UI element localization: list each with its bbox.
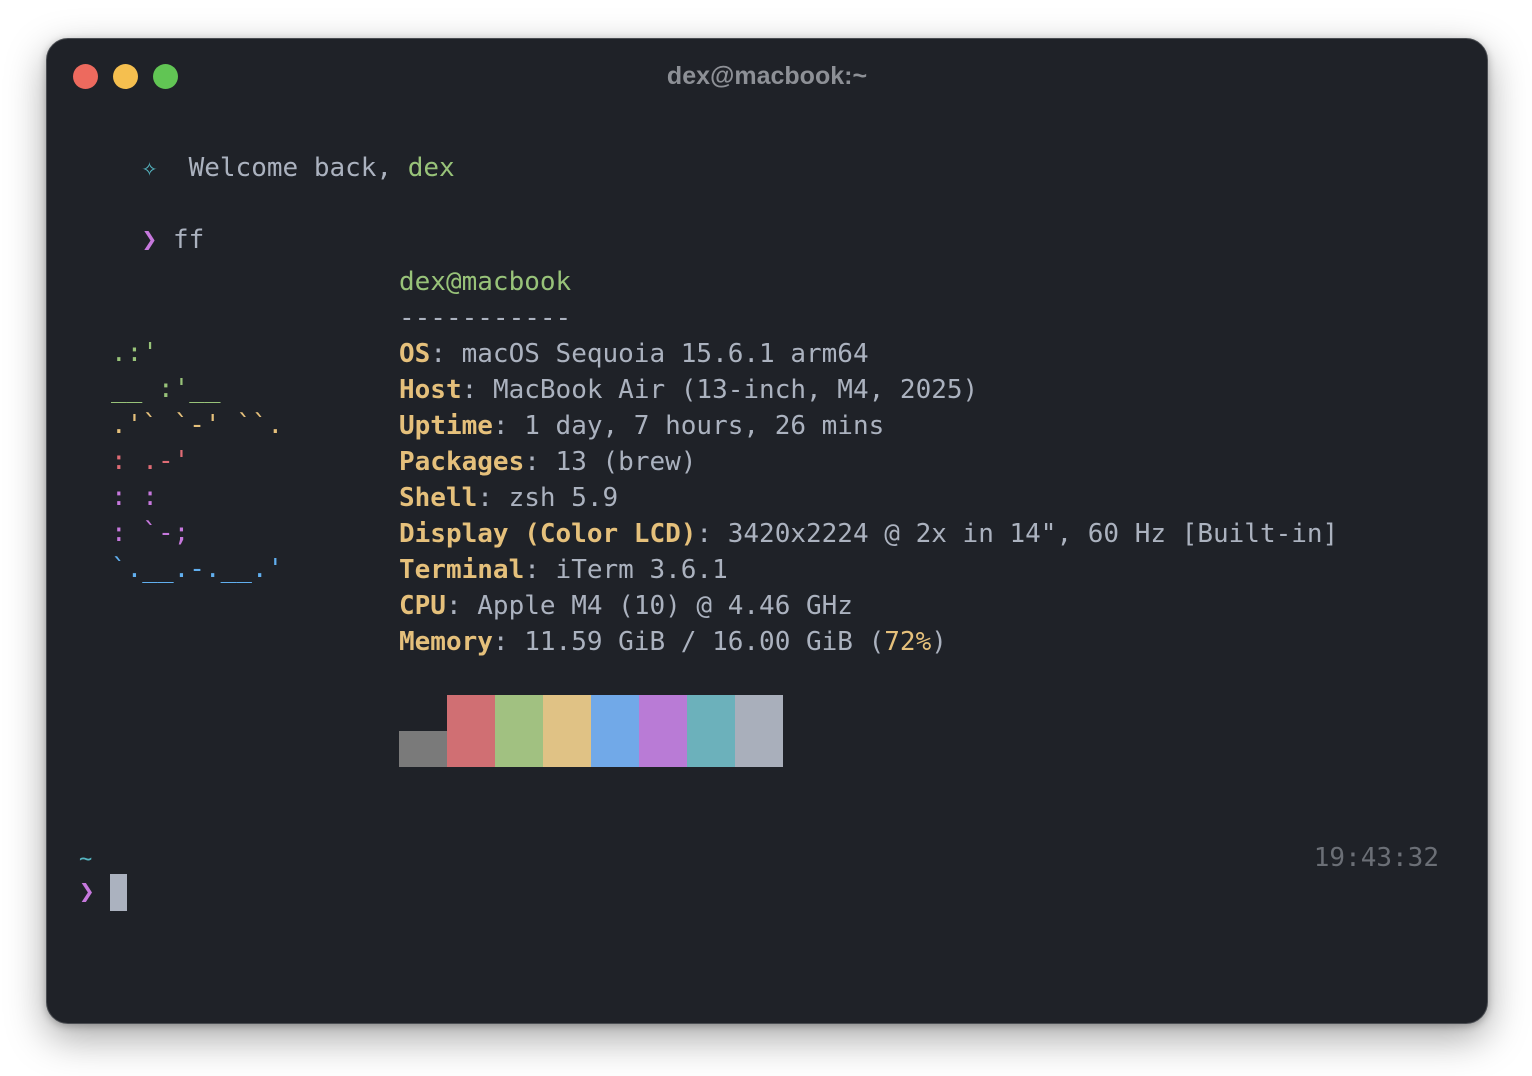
fetch-row: Terminal: iTerm 3.6.1 [399,555,728,585]
fetch-divider: ----------- [399,303,572,333]
logo-line: __ :'__ [111,374,221,404]
text-cursor[interactable] [110,874,127,911]
fetch-row-key: Terminal [399,555,525,585]
prompt-chevron-icon: ❯ [141,225,158,255]
palette-swatch [591,695,639,731]
command-text: ff [172,225,205,255]
memory-suffix: ) [931,627,947,657]
fetch-row-key: Display (Color LCD) [399,519,697,549]
palette-swatch [543,695,591,731]
prompt-clock: 19:43:32 [1313,843,1439,873]
palette-swatch [687,731,735,767]
fetch-row-value: MacBook Air (13-inch, M4, 2025) [492,375,979,405]
fetch-row-key: Shell [399,483,478,513]
palette-swatch [591,731,639,767]
cwd-indicator: ~ [79,847,93,872]
logo-line: `.__.-.__.' [111,554,283,584]
logo-line: .:' [111,338,158,368]
sparkle-icon: ✧ [141,153,158,183]
palette-swatch [639,695,687,731]
fetch-row-value: macOS Sequoia 15.6.1 arm64 [461,339,869,369]
fetch-user-host: dex@macbook [399,267,572,297]
palette-swatch [495,695,543,731]
fetch-row-value: 1 day, 7 hours, 26 mins [524,411,885,441]
fetch-row-key: CPU [399,591,446,621]
memory-percent: 72% [884,627,932,657]
fetch-row: Packages: 13 (brew) [399,447,697,477]
logo-line: : .-' [111,446,189,476]
palette-swatch [447,695,495,731]
fetch-row-key: Memory [399,627,493,657]
fetch-row-key: Packages [399,447,525,477]
fetch-row-value: zsh 5.9 [508,483,619,513]
fetch-row: Display (Color LCD): 3420x2224 @ 2x in 1… [399,519,1339,549]
fetch-row: OS: macOS Sequoia 15.6.1 arm64 [399,339,869,369]
logo-line: : `-; [111,518,189,548]
palette-swatch [639,731,687,767]
prompt-chevron-icon-2: ❯ [79,877,95,907]
terminal-window[interactable]: dex@macbook:~ ✧ Welcome back, dex ❯ ff .… [46,38,1488,1024]
palette-swatch [447,731,495,767]
fetch-row-value: 11.59 GiB / 16.00 GiB ( [524,627,885,657]
fetch-row: Uptime: 1 day, 7 hours, 26 mins [399,411,885,441]
palette-swatch [399,731,447,767]
palette-swatch [735,695,783,731]
fetch-row-value: 3420x2224 @ 2x in 14", 60 Hz [Built-in] [727,519,1339,549]
fetch-row: Shell: zsh 5.9 [399,483,619,513]
logo-line: : : [111,482,158,512]
palette-swatch [735,731,783,767]
fetch-row-value: Apple M4 (10) @ 4.46 GHz [477,591,853,621]
window-title: dex@macbook:~ [666,62,868,90]
palette-swatch [687,695,735,731]
command-line: ❯ ff [79,195,205,285]
fetch-row: Host: MacBook Air (13-inch, M4, 2025) [399,375,979,405]
fetch-row-value: 13 (brew) [555,447,697,477]
palette-swatch [543,731,591,767]
greeting-text: Welcome back, [188,153,408,183]
fetch-row-key: Host [399,375,462,405]
logo-line: .'` `-' ``. [111,410,283,440]
fetch-row: CPU: Apple M4 (10) @ 4.46 GHz [399,591,853,621]
apple-ascii-logo: .:' __ :'__ .'` `-' ``. : .-' : : : `-; `.… [111,338,283,584]
greeting-user: dex [407,153,455,183]
palette-swatch [495,731,543,767]
fetch-row: Memory: 11.59 GiB / 16.00 GiB (72%) [399,627,947,657]
palette-swatch [399,695,447,731]
fetch-row-key: Uptime [399,411,493,441]
fetch-row-value: iTerm 3.6.1 [555,555,728,585]
fetch-row-key: OS [399,339,431,369]
